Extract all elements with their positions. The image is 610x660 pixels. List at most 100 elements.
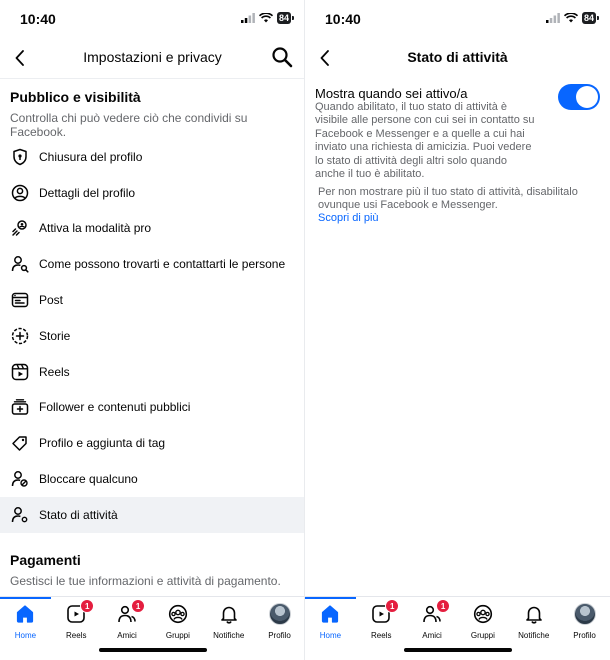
notification-badge: 1: [131, 599, 146, 613]
tab-label: Gruppi: [165, 631, 190, 640]
search-icon: [272, 47, 293, 68]
status-time: 10:40: [325, 11, 361, 27]
bell-icon: [523, 603, 545, 625]
followers-icon: [10, 397, 30, 417]
activity-status-toggle[interactable]: [558, 84, 600, 110]
signal-icon: [240, 13, 255, 23]
home-indicator: [98, 648, 207, 652]
learn-more-link[interactable]: Scopri di più: [318, 212, 379, 224]
tab-profile[interactable]: Profilo: [559, 603, 610, 640]
menu-label: Follower e contenuti pubblici: [39, 400, 191, 415]
friends-icon: 1: [116, 599, 146, 625]
menu-label: Reels: [39, 364, 70, 379]
tab-reels[interactable]: 1 Reels: [356, 599, 407, 640]
menu-item-posts[interactable]: Post: [0, 282, 305, 318]
reels-icon: 1: [370, 599, 400, 625]
tab-profile[interactable]: Profilo: [254, 603, 305, 640]
user-circle-icon: [10, 183, 30, 203]
page-title: Stato di attività: [407, 49, 508, 65]
setting-title: Mostra quando sei attivo/a: [315, 86, 468, 101]
tab-label: Home: [319, 631, 342, 640]
menu-label: Post: [39, 293, 64, 308]
menu-item-profile-details[interactable]: Dettagli del profilo: [0, 175, 305, 211]
menu-item-tagging[interactable]: Profilo e aggiunta di tag: [0, 425, 305, 461]
menu-item-activity-status[interactable]: Stato di attività: [0, 496, 305, 533]
header-divider: [0, 78, 305, 79]
menu-label: Attiva la modalità pro: [39, 221, 152, 236]
groups-icon: [472, 603, 494, 625]
menu-item-pro-mode[interactable]: Attiva la modalità pro: [0, 211, 305, 247]
battery-indicator: 84: [581, 12, 600, 24]
tab-groups[interactable]: Gruppi: [152, 603, 203, 640]
shield-lock-icon: [10, 147, 30, 167]
menu-item-block[interactable]: Bloccare qualcuno: [0, 461, 305, 497]
menu-label: Bloccare qualcuno: [39, 472, 138, 487]
top-nav: Stato di attività: [305, 38, 610, 78]
status-icons: 84: [545, 12, 600, 24]
tab-label: Profilo: [268, 631, 291, 640]
active-tab-indicator: [0, 597, 51, 599]
activity-status-screen: 10:40 84 Stato di attività Mostra quando…: [305, 0, 610, 660]
toggle-knob: [576, 86, 598, 108]
disable-hint: Per non mostrare più il tuo stato di att…: [318, 186, 578, 212]
tab-home[interactable]: Home: [0, 603, 51, 640]
tab-label: Reels: [66, 631, 87, 640]
menu-item-find-contact[interactable]: Come possono trovarti e contattarti le p…: [0, 246, 305, 282]
user-search-icon: [10, 254, 30, 274]
menu-label: Stato di attività: [39, 507, 118, 522]
avatar: [573, 603, 596, 625]
home-indicator: [403, 648, 512, 652]
pro-mode-icon: [10, 218, 30, 238]
tab-friends[interactable]: 1 Amici: [407, 599, 458, 640]
tab-label: Notifiche: [213, 631, 245, 640]
post-icon: [10, 290, 30, 310]
tab-notifications[interactable]: Notifiche: [203, 603, 254, 640]
groups-icon: [167, 603, 189, 625]
tab-friends[interactable]: 1 Amici: [102, 599, 153, 640]
menu-label: Profilo e aggiunta di tag: [39, 436, 166, 451]
section-subtitle-payments: Gestisci le tue informazioni e attività …: [10, 574, 281, 588]
setting-description: Quando abilitato, il tuo stato di attivi…: [315, 101, 535, 181]
menu-item-profile-lock[interactable]: Chiusura del profilo: [0, 139, 305, 175]
bottom-tab-bar: Home 1 Reels 1 Amici Gruppi Notifiche Pr…: [0, 596, 305, 660]
menu-label: Chiusura del profilo: [39, 149, 143, 164]
battery-indicator: 84: [276, 12, 295, 24]
search-button[interactable]: [271, 46, 295, 70]
menu-label: Come possono trovarti e contattarti le p…: [39, 257, 286, 272]
tab-label: Gruppi: [470, 631, 495, 640]
settings-menu: Chiusura del profilo Dettagli del profil…: [0, 139, 305, 533]
menu-label: Storie: [39, 328, 71, 343]
section-title-visibility: Pubblico e visibilità: [10, 89, 141, 105]
active-tab-indicator: [305, 597, 356, 599]
wifi-icon: [563, 13, 578, 23]
signal-icon: [545, 13, 560, 23]
tab-notifications[interactable]: Notifiche: [508, 603, 559, 640]
friends-icon: 1: [421, 599, 451, 625]
settings-privacy-screen: 10:40 84 Impostazioni e privacy Pubblico…: [0, 0, 305, 660]
wifi-icon: [258, 13, 273, 23]
tab-label: Reels: [371, 631, 392, 640]
tab-groups[interactable]: Gruppi: [457, 603, 508, 640]
menu-item-stories[interactable]: Storie: [0, 318, 305, 354]
tab-label: Notifiche: [518, 631, 550, 640]
status-time: 10:40: [20, 11, 56, 27]
notification-badge: 1: [385, 599, 400, 613]
tag-icon: [10, 433, 30, 453]
block-user-icon: [10, 469, 30, 489]
status-bar: 10:40 84: [0, 0, 305, 38]
notification-badge: 1: [80, 599, 95, 613]
tab-label: Profilo: [573, 631, 596, 640]
home-icon: [319, 603, 341, 625]
tab-home[interactable]: Home: [305, 603, 356, 640]
top-nav: Impostazioni e privacy: [0, 38, 305, 78]
tab-reels[interactable]: 1 Reels: [51, 599, 102, 640]
home-icon: [14, 603, 36, 625]
notification-badge: 1: [436, 599, 451, 613]
story-add-icon: [10, 326, 30, 346]
menu-item-reels[interactable]: Reels: [0, 354, 305, 390]
menu-item-followers[interactable]: Follower e contenuti pubblici: [0, 390, 305, 426]
page-title: Impostazioni e privacy: [83, 49, 222, 65]
reels-icon: 1: [65, 599, 95, 625]
status-bar: 10:40 84: [305, 0, 610, 38]
activity-status-icon: [10, 505, 30, 525]
